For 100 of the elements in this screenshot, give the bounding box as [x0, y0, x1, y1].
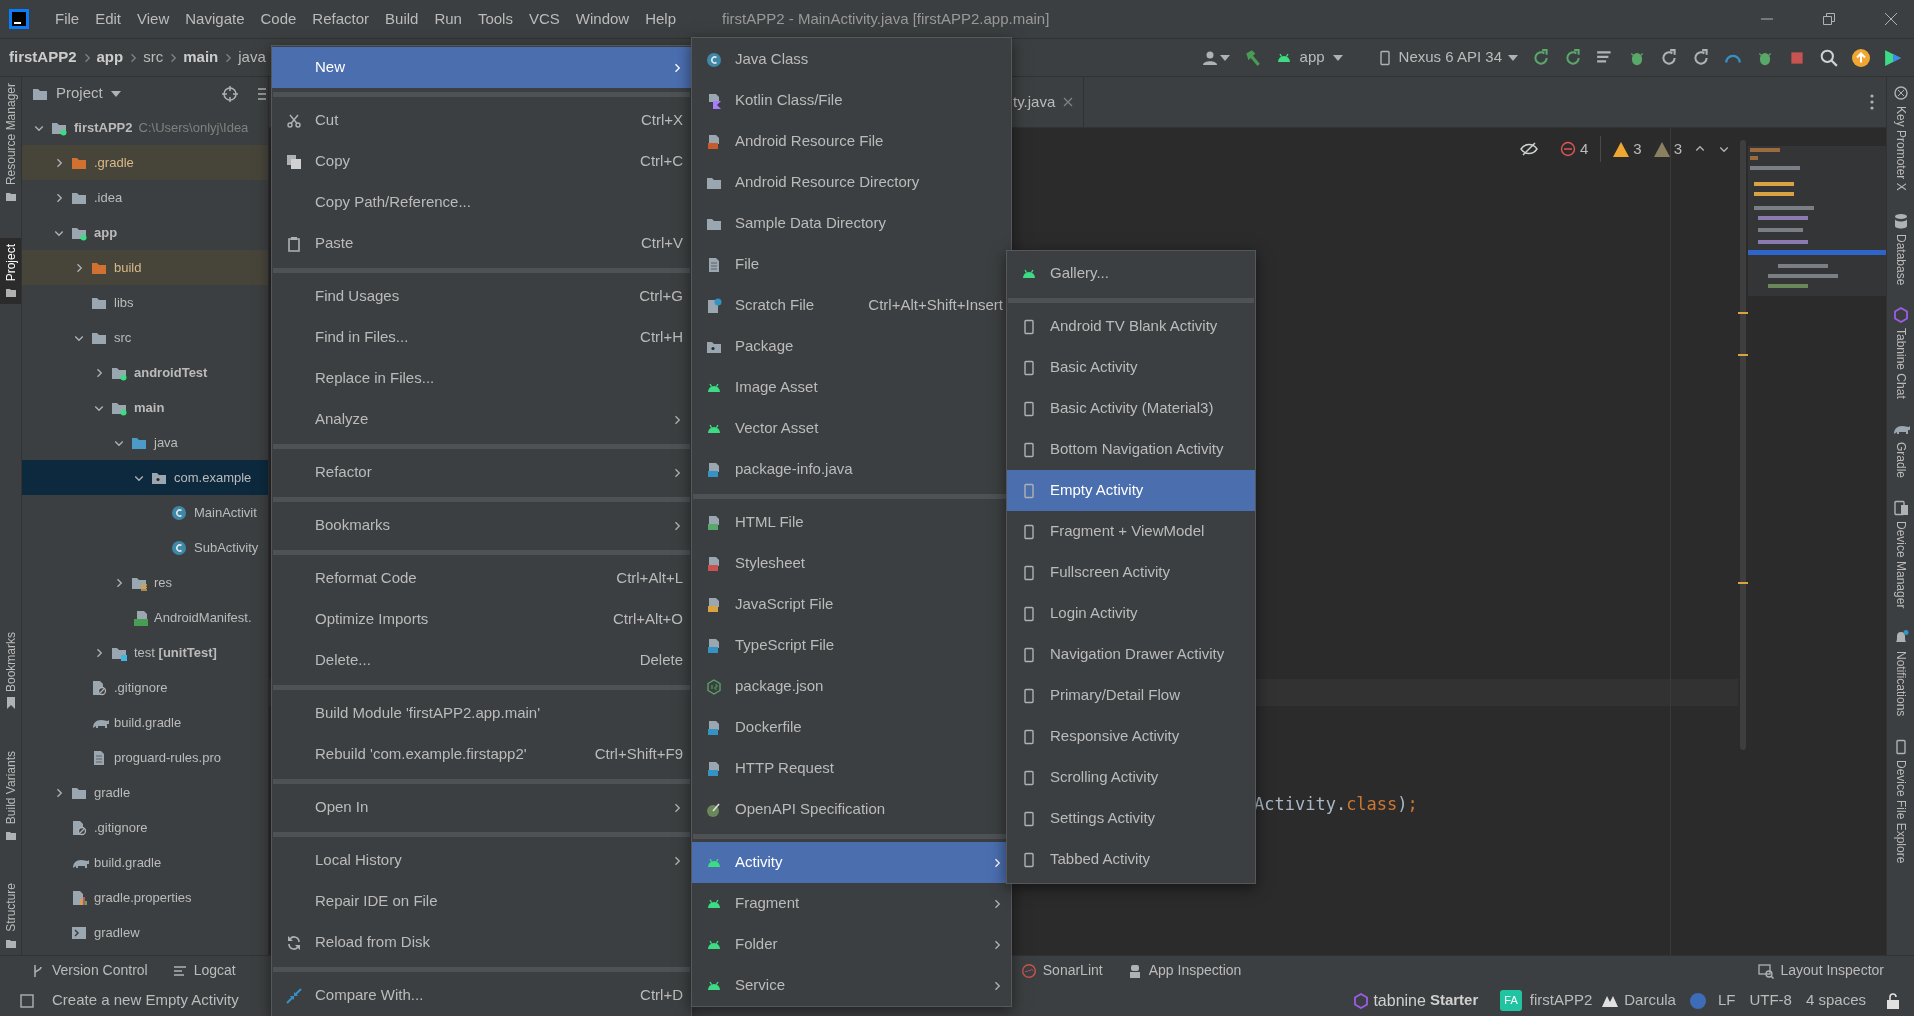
warning-count[interactable]: 3 — [1613, 137, 1642, 161]
breadcrumb-item[interactable]: main — [183, 46, 219, 69]
tree-item[interactable]: androidTest — [22, 355, 268, 390]
menu-bar-item[interactable]: Window — [569, 7, 636, 31]
tool-window-tab[interactable]: Structure — [0, 877, 21, 955]
menu-item[interactable]: Copy Ctrl+C — [272, 141, 691, 182]
tree-item[interactable]: build.gradle — [22, 705, 268, 740]
menu-bar-item[interactable]: Build — [379, 7, 425, 31]
tree-item[interactable]: java — [22, 425, 268, 460]
weak-warning-count[interactable]: 3 — [1653, 137, 1682, 161]
tree-item[interactable]: .idea — [22, 180, 268, 215]
menu-item[interactable]: Copy Path/Reference... — [272, 182, 691, 223]
error-count[interactable]: 4 — [1559, 137, 1589, 161]
menu-item[interactable]: Android Resource Directory — [692, 162, 1011, 203]
menu-item[interactable]: Folder — [692, 924, 1011, 965]
menu-bar-item[interactable]: Navigate — [179, 7, 251, 31]
tree-item[interactable]: .gradle — [22, 145, 268, 180]
tool-window-button[interactable]: Logcat — [171, 960, 236, 981]
tree-item[interactable]: test [unitTest] — [22, 635, 268, 670]
menu-item[interactable]: Build Module 'firstAPP2.app.main' — [272, 693, 691, 734]
breadcrumb-item[interactable]: src — [143, 46, 164, 69]
tool-window-tab[interactable]: Device File Explore — [1887, 732, 1914, 869]
menu-bar-item[interactable]: Code — [254, 7, 303, 31]
tree-item[interactable]: libs — [22, 285, 268, 320]
tree-item[interactable]: MainActivit — [22, 495, 268, 530]
tool-window-tab[interactable]: Database — [1887, 206, 1914, 292]
tree-item[interactable]: .gitignore — [22, 670, 268, 705]
menu-item[interactable]: Local History — [272, 840, 691, 881]
menu-item[interactable]: Kotlin Class/File — [692, 80, 1011, 121]
menu-item[interactable]: Optimize Imports Ctrl+Alt+O — [272, 599, 691, 640]
tool-window-tab[interactable]: Project — [0, 238, 21, 305]
tree-item[interactable]: build — [22, 250, 268, 285]
menu-bar-item[interactable]: Refactor — [306, 7, 376, 31]
menu-bar-item[interactable]: View — [131, 7, 176, 31]
indent-setting[interactable]: 4 spaces — [1805, 989, 1866, 1012]
tree-item[interactable]: AndroidManifest. — [22, 600, 268, 635]
tree-item[interactable]: firstAPP2 C:\Users\onlyj\Idea — [22, 110, 268, 145]
project-view-dropdown[interactable]: Project — [32, 82, 121, 105]
breadcrumb-item[interactable]: app — [96, 46, 124, 69]
menu-item[interactable]: Find in Files... Ctrl+H — [272, 317, 691, 358]
menu-item[interactable]: Refactor — [272, 452, 691, 493]
tool-window-button[interactable]: App Inspection — [1126, 960, 1242, 981]
project-widget[interactable]: FA firstAPP2 — [1500, 989, 1593, 1012]
menu-item[interactable]: Replace in Files... — [272, 358, 691, 399]
menu-item[interactable]: Rebuild 'com.example.firstapp2' Ctrl+Shift+F9 — [272, 734, 691, 775]
tool-window-tab[interactable]: Key Promoter X — [1887, 79, 1914, 197]
tool-window-tab[interactable]: Gradle — [1887, 414, 1914, 484]
menu-item[interactable]: Delete... Delete — [272, 640, 691, 681]
tool-window-tab[interactable]: Device Manager — [1887, 493, 1914, 615]
device-dropdown[interactable]: Nexus 6 API 34 — [1376, 46, 1518, 69]
menu-item[interactable]: Fragment — [692, 883, 1011, 924]
run-configuration-dropdown[interactable]: app — [1275, 46, 1343, 69]
tool-window-tab[interactable]: Build Variants — [0, 745, 21, 848]
menu-bar-item[interactable]: VCS — [522, 7, 566, 31]
tool-window-tab[interactable]: Tabnine Chat — [1887, 301, 1914, 405]
tree-item[interactable]: res — [22, 565, 268, 600]
menu-item[interactable]: Reload from Disk — [272, 922, 691, 963]
menu-item[interactable]: Repair IDE on File — [272, 881, 691, 922]
menu-item[interactable]: New — [272, 47, 691, 88]
tree-item[interactable]: com.example — [22, 460, 268, 495]
menu-item[interactable]: Bookmarks — [272, 505, 691, 546]
menu-item[interactable]: Analyze — [272, 399, 691, 440]
tree-item[interactable]: gradle — [22, 775, 268, 810]
tool-window-button[interactable]: Version Control — [30, 960, 148, 981]
menu-item[interactable]: Find Usages Ctrl+G — [272, 276, 691, 317]
menu-item[interactable]: Android Resource File — [692, 121, 1011, 162]
breadcrumb-item[interactable]: firstAPP2 — [9, 46, 77, 69]
tree-item[interactable]: gradle.properties — [22, 880, 268, 915]
tree-item[interactable]: proguard-rules.pro — [22, 740, 268, 775]
menu-item[interactable]: Java Class — [692, 39, 1011, 80]
tree-item[interactable]: gradlew — [22, 915, 268, 950]
tool-window-tab[interactable]: Resource Manager — [0, 77, 21, 209]
menu-item[interactable]: Empty Activity — [1007, 470, 1255, 511]
menu-bar-item[interactable]: File — [49, 7, 86, 31]
tool-window-button[interactable]: Layout Inspector — [1758, 960, 1884, 981]
menu-bar-item[interactable]: Tools — [471, 7, 519, 31]
tabnine-widget[interactable]: tabnine Starter — [1353, 988, 1479, 1013]
tree-item[interactable]: build.gradle — [22, 845, 268, 880]
menu-item[interactable]: Paste Ctrl+V — [272, 223, 691, 264]
breadcrumb-item[interactable]: java — [238, 46, 266, 69]
line-separator[interactable]: LF — [1717, 989, 1736, 1012]
tree-item[interactable]: main — [22, 390, 268, 425]
tree-item[interactable]: app — [22, 215, 268, 250]
menu-bar-item[interactable]: Help — [639, 7, 683, 31]
menu-item[interactable]: Cut Ctrl+X — [272, 100, 691, 141]
theme-widget[interactable]: Darcula — [1602, 989, 1676, 1012]
menu-item[interactable]: Reformat Code Ctrl+Alt+L — [272, 558, 691, 599]
tree-item[interactable]: .gitignore — [22, 810, 268, 845]
encoding[interactable]: UTF-8 — [1749, 989, 1792, 1012]
menu-item[interactable]: Open In — [272, 787, 691, 828]
menu-item[interactable]: Compare With... Ctrl+D — [272, 975, 691, 1016]
tool-window-tab[interactable]: Notifications — [1887, 624, 1914, 723]
tool-window-button[interactable]: SonarLint — [1020, 960, 1103, 981]
menu-bar-item[interactable]: Edit — [89, 7, 128, 31]
tool-window-tab[interactable]: Bookmarks — [0, 626, 21, 716]
tree-item[interactable]: SubActivity — [22, 530, 268, 565]
menu-item[interactable]: Sample Data Directory — [692, 203, 1011, 244]
menu-item[interactable]: Service — [692, 965, 1011, 1006]
menu-bar-item[interactable]: Run — [428, 7, 468, 31]
tree-item[interactable]: src — [22, 320, 268, 355]
